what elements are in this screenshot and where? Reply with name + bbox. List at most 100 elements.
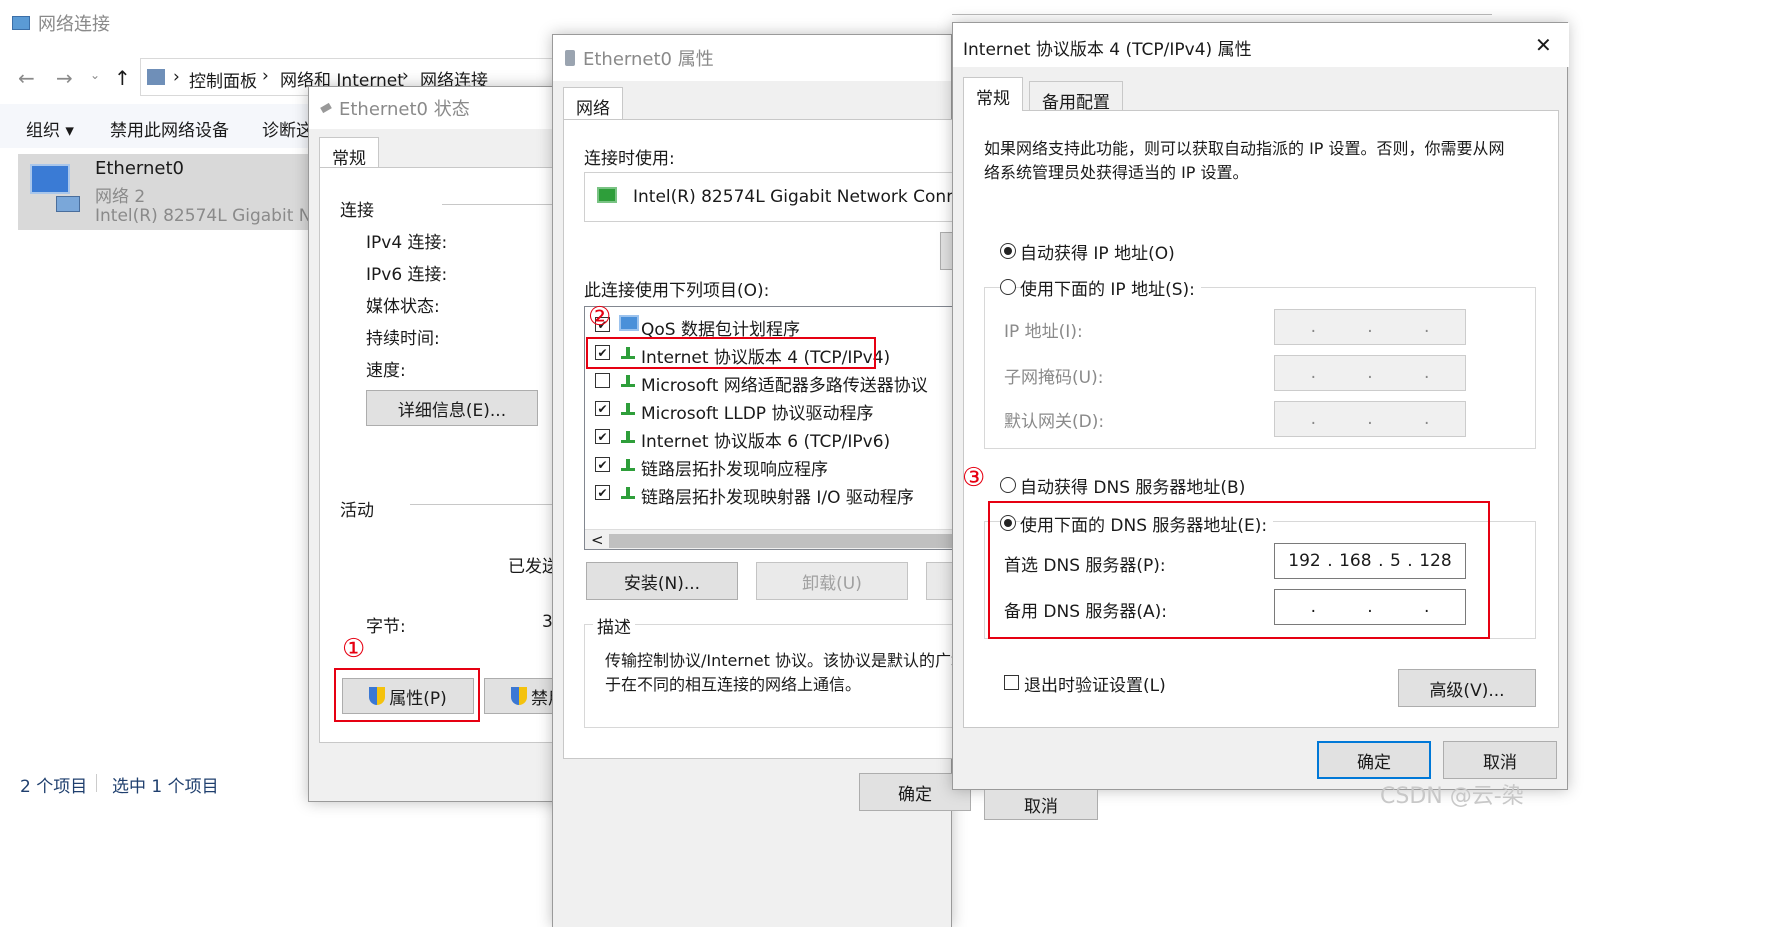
ipv4-titlebar: Internet 协议版本 4 (TCP/IPv4) 属性 ✕ xyxy=(953,23,1569,67)
lltd-responder-label: 链路层拓扑发现响应程序 xyxy=(641,460,828,480)
props-cancel-button[interactable]: 取消 xyxy=(984,790,1098,820)
back-arrow-icon[interactable]: ← xyxy=(18,66,35,90)
list-item[interactable]: ✔ QoS 数据包计划程序 xyxy=(585,311,963,340)
breadcrumb-sep-1: › xyxy=(262,66,269,86)
status-selected-count: 选中 1 个项目 xyxy=(112,777,219,797)
ipv4-cancel-button[interactable]: 取消 xyxy=(1443,741,1557,779)
details-button[interactable]: 详细信息(E)... xyxy=(366,390,538,426)
list-item[interactable]: ✔ 链路层拓扑发现映射器 I/O 驱动程序 xyxy=(585,479,963,508)
ipv6-connection-label: IPv6 连接: xyxy=(366,265,448,285)
tab-alternate-config[interactable]: 备用配置 xyxy=(1029,81,1123,113)
multiplexor-checkbox[interactable] xyxy=(595,373,610,388)
connect-using-label: 连接时使用: xyxy=(584,149,675,169)
install-button[interactable]: 安装(N)... xyxy=(586,562,738,600)
advanced-button[interactable]: 高级(V)... xyxy=(1398,669,1536,707)
adapter-icon xyxy=(565,50,575,66)
manual-ip-radio[interactable] xyxy=(1000,279,1016,295)
step-2-marker: ② xyxy=(588,302,612,332)
highlight-properties xyxy=(334,668,480,722)
speed-label: 速度: xyxy=(366,361,406,381)
ipv4-properties-window: Internet 协议版本 4 (TCP/IPv4) 属性 ✕ 常规 备用配置 … xyxy=(952,22,1569,790)
ip-address-field[interactable]: ... xyxy=(1274,309,1466,345)
horizontal-scrollbar[interactable]: < xyxy=(585,529,963,549)
highlight-ipv4-item xyxy=(586,337,876,369)
adapter-name: Intel(R) 82574L Gigabit Network Connecti xyxy=(633,187,964,207)
ipv4-panel: 如果网络支持此功能，则可以获取自动指派的 IP 设置。否则，你需要从网 络系统管… xyxy=(962,110,1559,728)
items-label: 此连接使用下列项目(O): xyxy=(584,281,770,301)
ipv6-label: Internet 协议版本 6 (TCP/IPv6) xyxy=(641,432,891,452)
scrollbar-thumb[interactable] xyxy=(609,534,963,548)
auto-ip-label[interactable]: 自动获得 IP 地址(O) xyxy=(1020,239,1175,264)
breadcrumb-sep-2: › xyxy=(402,66,409,86)
protocol-icon xyxy=(619,401,637,415)
list-item[interactable]: Microsoft 网络适配器多路传送器协议 xyxy=(585,367,963,396)
list-item[interactable]: ✔ Internet 协议版本 6 (TCP/IPv6) xyxy=(585,423,963,452)
protocol-icon xyxy=(619,457,637,471)
ethernet-properties-window: Ethernet0 属性 网络 连接时使用: Intel(R) 82574L G… xyxy=(552,34,971,927)
qos-icon xyxy=(619,315,639,331)
history-chevron-icon[interactable]: ⌄ xyxy=(90,68,100,82)
up-arrow-icon[interactable]: ↑ xyxy=(114,66,131,90)
lltd-responder-checkbox[interactable]: ✔ xyxy=(595,457,610,472)
network-adapter-icon xyxy=(26,160,86,220)
network-cable-icon xyxy=(320,102,332,114)
auto-ip-radio[interactable] xyxy=(1000,243,1016,259)
validate-on-exit-label[interactable]: 退出时验证设置(L) xyxy=(1024,671,1166,696)
step-3-marker: ③ xyxy=(962,463,986,493)
network-folder-icon xyxy=(12,16,30,30)
breadcrumb-control-panel[interactable]: 控制面板 xyxy=(189,67,257,92)
uac-shield-icon-2 xyxy=(511,687,527,705)
list-item[interactable]: ✔ 链路层拓扑发现响应程序 xyxy=(585,451,963,480)
adapter-field: Intel(R) 82574L Gigabit Network Connecti xyxy=(584,172,964,222)
uninstall-button[interactable]: 卸载(U) xyxy=(756,562,908,600)
watermark: CSDN @云-染 xyxy=(1380,784,1524,809)
manual-ip-label[interactable]: 使用下面的 IP 地址(S): xyxy=(1020,275,1201,300)
ethernet0-network: 网络 2 xyxy=(95,187,146,207)
tab-general[interactable]: 常规 xyxy=(963,77,1023,111)
ipv4-title: Internet 协议版本 4 (TCP/IPv4) 属性 xyxy=(963,40,1252,60)
default-gateway-field[interactable]: ... xyxy=(1274,401,1466,437)
description-line-1: 传输控制协议/Internet 协议。该协议是默认的广域 xyxy=(605,651,968,670)
protocol-icon xyxy=(619,373,637,387)
multiplexor-label: Microsoft 网络适配器多路传送器协议 xyxy=(641,376,928,396)
description-group: 描述 传输控制协议/Internet 协议。该协议是默认的广域 于在不同的相互连… xyxy=(584,613,968,728)
protocol-icon xyxy=(619,429,637,443)
auto-dns-label[interactable]: 自动获得 DNS 服务器地址(B) xyxy=(1020,473,1245,498)
lltd-mapper-checkbox[interactable]: ✔ xyxy=(595,485,610,500)
props-titlebar: Ethernet0 属性 xyxy=(553,35,951,81)
ethernet0-name: Ethernet0 xyxy=(95,158,184,179)
forward-arrow-icon[interactable]: → xyxy=(56,66,73,90)
subnet-mask-field[interactable]: ... xyxy=(1274,355,1466,391)
scroll-left-arrow-icon[interactable]: < xyxy=(591,531,604,549)
disable-device-button[interactable]: 禁用此网络设备 xyxy=(110,116,229,141)
lldp-checkbox[interactable]: ✔ xyxy=(595,401,610,416)
lltd-mapper-label: 链路层拓扑发现映射器 I/O 驱动程序 xyxy=(641,488,914,508)
validate-on-exit-checkbox[interactable] xyxy=(1004,675,1019,690)
bytes-label: 字节: xyxy=(366,617,406,637)
description-line-2: 于在不同的相互连接的网络上通信。 xyxy=(605,675,862,694)
activity-section-title: 活动 xyxy=(340,501,374,521)
ipv4-ok-button[interactable]: 确定 xyxy=(1317,741,1431,779)
nc-title: 网络连接 xyxy=(38,14,110,35)
default-gateway-label: 默认网关(D): xyxy=(1004,412,1105,432)
nc-titlebar: 网络连接 xyxy=(0,0,378,46)
auto-dns-radio[interactable] xyxy=(1000,477,1016,493)
status-item-count: 2 个项目 xyxy=(20,777,88,797)
ip-address-label: IP 地址(I): xyxy=(1004,322,1083,342)
info-line-2: 络系统管理员处获得适当的 IP 设置。 xyxy=(984,163,1249,182)
highlight-dns-settings xyxy=(988,501,1490,639)
props-title: Ethernet0 属性 xyxy=(583,49,714,70)
media-state-label: 媒体状态: xyxy=(366,297,440,317)
status-title: Ethernet0 状态 xyxy=(339,99,470,120)
diagnose-button[interactable]: 诊断这 xyxy=(262,116,313,141)
lldp-label: Microsoft LLDP 协议驱动程序 xyxy=(641,404,874,424)
ipv6-checkbox[interactable]: ✔ xyxy=(595,429,610,444)
description-title: 描述 xyxy=(593,613,635,638)
duration-label: 持续时间: xyxy=(366,329,440,349)
organize-menu[interactable]: 组织 ▾ xyxy=(26,116,74,141)
close-icon[interactable]: ✕ xyxy=(1535,33,1552,57)
step-1-marker: ① xyxy=(342,634,366,664)
network-adapter-small-icon xyxy=(597,187,617,203)
ipv4-connection-label: IPv4 连接: xyxy=(366,233,448,253)
list-item[interactable]: ✔ Microsoft LLDP 协议驱动程序 xyxy=(585,395,963,424)
